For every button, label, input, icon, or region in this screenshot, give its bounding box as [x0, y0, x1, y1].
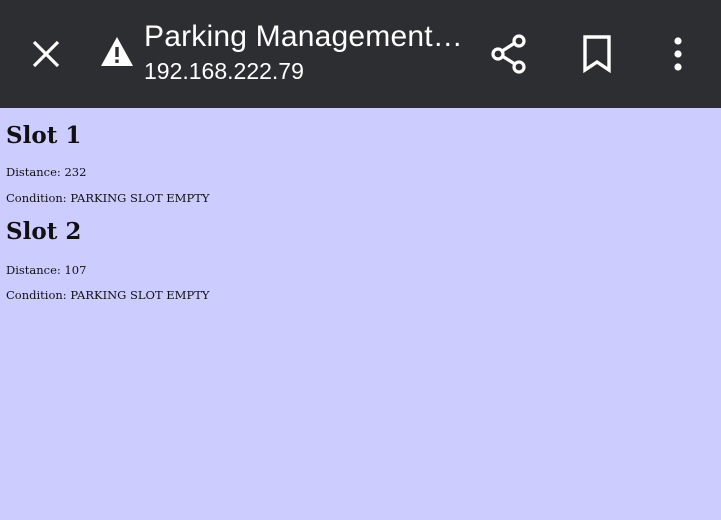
bookmark-button[interactable]: [574, 28, 620, 80]
bookmark-icon: [583, 35, 611, 73]
slot-section: Slot 1 Distance: 232 Condition: PARKING …: [0, 108, 721, 205]
slot-heading: Slot 2: [6, 218, 82, 245]
browser-toolbar: Parking Management System 192.168.222.79: [0, 0, 721, 108]
slot-section: Slot 2 Distance: 107 Condition: PARKING …: [0, 205, 721, 302]
close-icon: [32, 40, 60, 68]
share-icon: [491, 34, 526, 74]
close-button[interactable]: [22, 30, 70, 78]
title-block[interactable]: Parking Management System 192.168.222.79: [144, 18, 464, 86]
slot-condition: Condition: PARKING SLOT EMPTY: [6, 191, 210, 205]
page-url: 192.168.222.79: [144, 58, 304, 84]
slot-distance: Distance: 107: [6, 263, 87, 277]
page-title: Parking Management System: [144, 20, 464, 53]
slot-heading: Slot 1: [6, 122, 82, 149]
slot-condition: Condition: PARKING SLOT EMPTY: [6, 288, 210, 302]
warning-icon[interactable]: [100, 36, 134, 68]
slot-distance: Distance: 232: [6, 165, 87, 179]
more-menu-button[interactable]: [656, 28, 700, 80]
share-button[interactable]: [484, 28, 534, 80]
more-vert-icon: [674, 37, 682, 71]
page-content: Slot 1 Distance: 232 Condition: PARKING …: [0, 108, 721, 520]
